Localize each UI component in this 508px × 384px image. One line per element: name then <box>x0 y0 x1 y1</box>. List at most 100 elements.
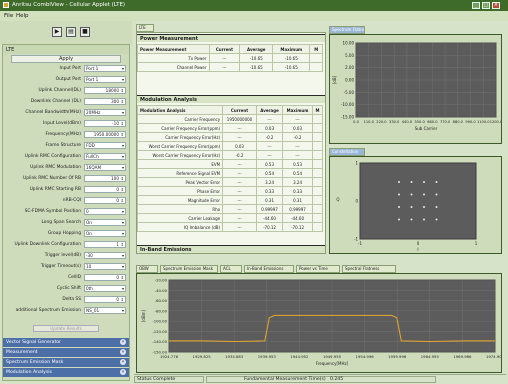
param-select[interactable]: On ▾ <box>84 219 126 226</box>
x-tick-label: -1 <box>358 241 362 246</box>
param-select[interactable]: Port 1 ▾ <box>84 76 126 83</box>
cell-extra <box>311 186 324 196</box>
run-button[interactable]: ▶ <box>52 27 62 37</box>
cell-average: --- <box>255 150 284 160</box>
cell-average: --- <box>255 141 284 151</box>
tab-spectrum-flatness[interactable]: Spectrum Flatness <box>329 26 365 34</box>
tab-label: LTE <box>139 25 146 30</box>
cell-extra <box>311 195 324 205</box>
param-label: Channel Bandwidth(MHz) <box>25 110 81 115</box>
accordion-label: Spectrum Emission Mask <box>6 360 64 365</box>
param-row: Frequency(MHz) 1950.00000 ⇕ <box>3 131 129 139</box>
y-tick-label: -15.00 <box>341 115 354 120</box>
param-input[interactable]: 0 ⇕ <box>84 186 126 193</box>
maximize-button[interactable]: □ <box>482 2 490 9</box>
col-header: Maximum <box>282 105 313 115</box>
menu-file[interactable]: File <box>4 13 13 19</box>
param-select[interactable]: 0th ▾ <box>84 285 126 292</box>
y-tick-label: -60.00 <box>155 298 168 303</box>
tab-lte[interactable]: LTE <box>136 24 154 32</box>
param-label: Input Port <box>59 66 81 71</box>
tab-constellation[interactable]: Constellation <box>329 148 365 156</box>
bottom-tab[interactable]: Spectrum Emission Mask <box>160 265 218 273</box>
cell-extra <box>311 159 324 169</box>
expand-icon: » <box>120 369 126 375</box>
constellation-point <box>423 206 425 208</box>
spinner-icon: ⇕ <box>120 88 124 93</box>
param-select[interactable]: 0 ▾ <box>84 208 126 215</box>
param-row: additional Spectrum Emission NS_01 ▾ <box>3 307 129 315</box>
accordion-spectrum-emission-mask[interactable]: Spectrum Emission Mask » <box>3 358 129 367</box>
chevron-down-icon: ▾ <box>121 77 124 82</box>
cell-extra <box>311 150 324 160</box>
param-select[interactable]: Port 1 ▾ <box>84 65 126 72</box>
param-select[interactable]: -30 ▾ <box>84 252 126 259</box>
cell-current: 1950000000 <box>222 114 257 124</box>
cell-label: EVM <box>137 159 224 169</box>
save-button[interactable]: ▤ <box>66 27 76 37</box>
table-row: Reference Signal EVM --- 0.54 0.54 <box>137 168 324 178</box>
cell-maximum: --- <box>282 141 313 151</box>
x-tick-label: 770.0 <box>440 120 451 124</box>
constellation-point <box>398 181 400 183</box>
spinner-icon: ⇕ <box>120 99 124 104</box>
param-input[interactable]: 18000 ⇕ <box>84 87 126 94</box>
param-input[interactable]: 0 ⇕ <box>84 274 126 281</box>
constellation-point <box>398 193 400 196</box>
param-input[interactable]: 1 ⇕ <box>84 241 126 248</box>
param-select[interactable]: FullCh ▾ <box>84 153 126 160</box>
y-tick-label: 10.00 <box>343 41 355 46</box>
stop-button[interactable]: ■ <box>80 27 90 37</box>
y-tick-label: 1 <box>355 161 358 166</box>
bottom-tab[interactable]: Power vs Time <box>296 265 340 273</box>
chevron-down-icon: ▾ <box>121 308 124 313</box>
panel-title: LTE <box>6 47 15 53</box>
x-tick-label: 1954.996 <box>356 354 375 359</box>
param-value: FDD <box>86 143 95 148</box>
param-input[interactable]: -10 ⇕ <box>84 120 126 127</box>
param-value: 0th <box>86 286 93 291</box>
close-button[interactable]: × <box>492 2 500 9</box>
x-tick-label: 1964.955 <box>421 354 440 359</box>
cell-label: Rho <box>137 204 224 214</box>
accordion-label: Vector Signal Generator <box>6 340 61 345</box>
param-input[interactable]: 0 ⇕ <box>84 296 126 303</box>
x-axis-label: Sub Carrier <box>415 126 438 131</box>
param-value: Port 1 <box>86 77 99 82</box>
bottom-tab[interactable]: OBW <box>136 265 158 273</box>
menu-help[interactable]: Help <box>16 13 29 19</box>
accordion-measurement[interactable]: Measurement » <box>3 348 129 357</box>
cell-average: 3.24 <box>255 177 284 187</box>
param-select[interactable]: 20MHz ▾ <box>84 109 126 116</box>
param-row: Trigger Timeout(s) 10 ▾ <box>3 263 129 271</box>
param-input[interactable]: 1950.00000 ⇕ <box>84 131 126 138</box>
param-input[interactable]: 300 ⇕ <box>84 98 126 105</box>
accordion-vector-signal-generator[interactable]: Vector Signal Generator » <box>3 338 129 347</box>
toolbar: ▶ ▤ ■ <box>0 21 132 44</box>
bottom-tab[interactable]: ACL <box>220 265 242 273</box>
accordion-modulation-analysis[interactable]: Modulation Analysis » <box>3 368 129 377</box>
param-select[interactable]: NS_01 ▾ <box>84 307 126 314</box>
param-select[interactable]: 10 ▾ <box>84 263 126 270</box>
param-input[interactable]: 100 ⇕ <box>84 175 126 182</box>
y-tick-label: -120.00 <box>152 329 167 334</box>
table-row: EVM --- 0.53 0.53 <box>137 159 324 169</box>
chevron-down-icon: ▾ <box>121 165 124 170</box>
bottom-tabstrip: OBW Spectrum Emission Mask ACL In-Band Emis… <box>136 265 502 273</box>
y-axis-label: [dB] <box>332 75 337 84</box>
param-value: 0 <box>116 275 119 280</box>
chevron-down-icon: ▾ <box>121 209 124 214</box>
param-label: Frame Structure <box>45 143 82 148</box>
param-select[interactable]: 16QAM ▾ <box>84 164 126 171</box>
param-select[interactable]: On ▾ <box>84 230 126 237</box>
x-tick-label: 1974.900 <box>486 354 501 359</box>
apply-button[interactable]: Apply <box>11 55 121 63</box>
param-input[interactable]: 0 ⇕ <box>84 197 126 204</box>
bottom-tab[interactable]: Spectral Flatness <box>342 265 396 273</box>
minimize-button[interactable]: _ <box>472 2 480 9</box>
bottom-tab[interactable]: In-Band Emissions <box>244 265 294 273</box>
param-label: Cyclic Shift <box>56 286 81 291</box>
cell-label: IQ Imbalance (dB) <box>137 222 224 232</box>
param-label: CellID <box>68 275 81 280</box>
param-select[interactable]: FDD ▾ <box>84 142 126 149</box>
